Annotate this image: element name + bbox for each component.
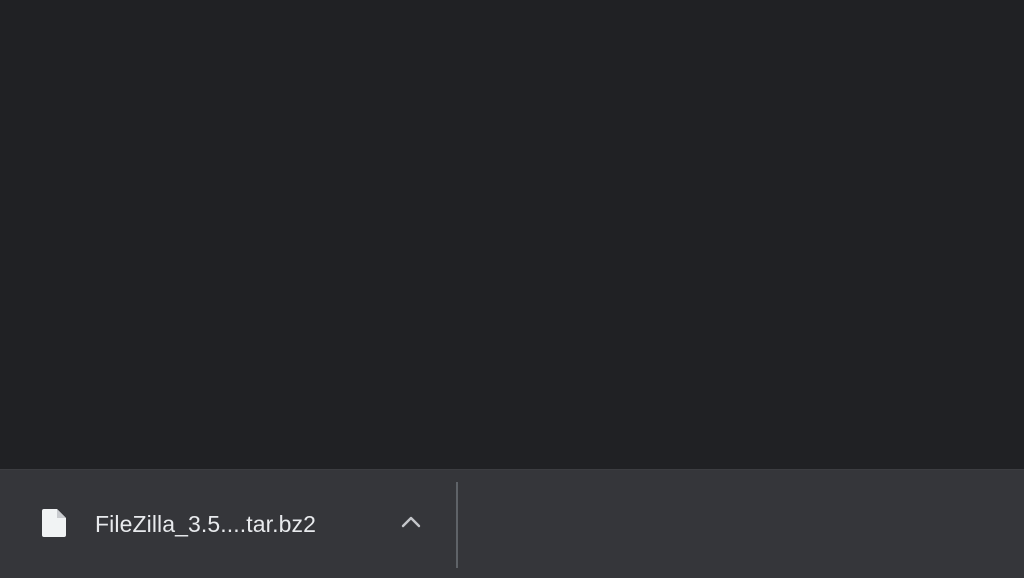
- download-file-name: FileZilla_3.5....tar.bz2: [95, 511, 317, 537]
- download-item-divider: [456, 482, 458, 568]
- page-content-area: [0, 0, 1024, 469]
- chevron-up-icon: [401, 515, 421, 533]
- download-shelf: FileZilla_3.5....tar.bz2: [0, 469, 1024, 578]
- download-options-button[interactable]: [394, 508, 428, 540]
- file-icon: [42, 509, 66, 537]
- download-item[interactable]: FileZilla_3.5....tar.bz2: [0, 470, 456, 578]
